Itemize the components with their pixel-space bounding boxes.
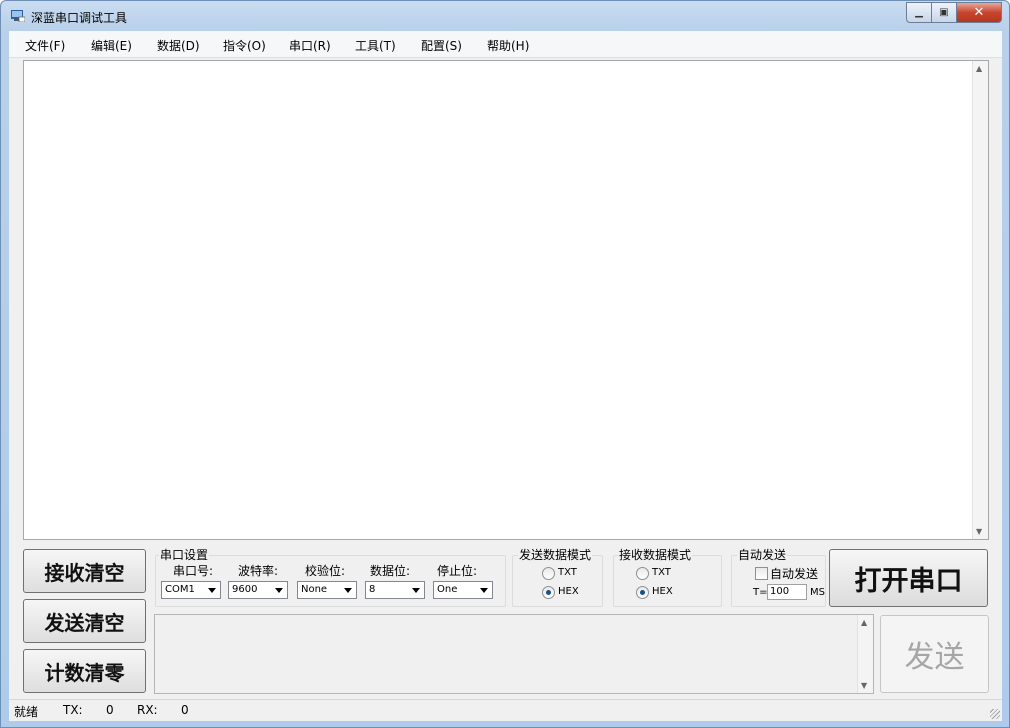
client-area: 文件(F) 编辑(E) 数据(D) 指令(O) 串口(R) 工具(T) 配置(S… (9, 31, 1002, 721)
status-state: 就绪 (14, 705, 39, 719)
chevron-down-icon (208, 588, 216, 593)
scroll-down-icon[interactable]: ▼ (976, 527, 982, 536)
maximize-button[interactable]: ▣ (932, 2, 957, 23)
receive-textarea[interactable]: ▲ ▼ (23, 60, 989, 540)
menu-serial[interactable]: 串口(R) (289, 37, 331, 54)
databits-select[interactable]: 8 (365, 581, 425, 599)
menu-config[interactable]: 配置(S) (421, 37, 462, 54)
chevron-down-icon (275, 588, 283, 593)
send-txt-radio[interactable] (542, 567, 555, 580)
send-button[interactable]: 发送 (880, 615, 989, 693)
stopbits-select[interactable]: One (433, 581, 493, 599)
scroll-up-icon[interactable]: ▲ (976, 64, 982, 73)
parity-value: None (301, 584, 328, 595)
scroll-up-icon[interactable]: ▲ (861, 618, 867, 627)
menu-edit[interactable]: 编辑(E) (91, 37, 132, 54)
title-bar[interactable]: 深蓝串口调试工具 ▁ ▣ ✕ (1, 1, 1009, 31)
menu-help[interactable]: 帮助(H) (487, 37, 529, 54)
close-button[interactable]: ✕ (957, 2, 1002, 23)
parity-select[interactable]: None (297, 581, 357, 599)
interval-value: 100 (770, 586, 790, 597)
port-select[interactable]: COM1 (161, 581, 221, 599)
maximize-icon: ▣ (939, 7, 949, 18)
port-value: COM1 (165, 584, 195, 595)
status-bar: 就绪 TX: 0 RX: 0 (9, 699, 1002, 721)
baud-value: 9600 (232, 584, 258, 595)
clear-send-button[interactable]: 发送清空 (23, 599, 146, 643)
close-icon: ✕ (973, 5, 985, 20)
recv-mode-label: 接收数据模式 (618, 546, 693, 563)
clear-receive-button[interactable]: 接收清空 (23, 549, 146, 593)
send-hex-radio[interactable] (542, 586, 555, 599)
scroll-down-icon[interactable]: ▼ (861, 681, 867, 690)
receive-scrollbar[interactable]: ▲ ▼ (972, 61, 988, 539)
interval-input[interactable]: 100 (767, 584, 807, 600)
menu-tools[interactable]: 工具(T) (355, 37, 396, 54)
recv-hex-radio[interactable] (636, 586, 649, 599)
interval-unit: MS (810, 587, 825, 598)
auto-send-checkbox[interactable] (755, 567, 768, 580)
app-window: 深蓝串口调试工具 ▁ ▣ ✕ 文件(F) 编辑(E) 数据(D) 指令(O) 串… (0, 0, 1010, 728)
baud-select[interactable]: 9600 (228, 581, 288, 599)
stopbits-label: 停止位: (437, 564, 478, 578)
interval-prefix: T= (753, 587, 768, 598)
send-scrollbar[interactable]: ▲ ▼ (857, 615, 873, 693)
parity-label: 校验位: (305, 564, 346, 578)
chevron-down-icon (412, 588, 420, 593)
databits-value: 8 (369, 584, 376, 595)
open-port-button[interactable]: 打开串口 (829, 549, 988, 607)
rx-count: 0 (181, 703, 189, 717)
window-controls: ▁ ▣ ✕ (906, 2, 1002, 23)
clear-count-button[interactable]: 计数清零 (23, 649, 146, 693)
window-title: 深蓝串口调试工具 (31, 11, 128, 25)
recv-txt-radio[interactable] (636, 567, 649, 580)
menu-data[interactable]: 数据(D) (157, 37, 200, 54)
menu-file[interactable]: 文件(F) (25, 37, 65, 54)
chevron-down-icon (480, 588, 488, 593)
rx-label: RX: (137, 703, 158, 717)
baud-label: 波特率: (238, 564, 279, 578)
port-settings-label: 串口设置 (159, 546, 210, 563)
minimize-button[interactable]: ▁ (906, 2, 932, 23)
recv-txt-label: TXT (652, 567, 671, 578)
tx-label: TX: (63, 703, 83, 717)
chevron-down-icon (344, 588, 352, 593)
resize-grip-icon[interactable] (990, 709, 1000, 719)
send-mode-label: 发送数据模式 (518, 546, 593, 563)
port-label: 串口号: (173, 564, 214, 578)
auto-send-group-label: 自动发送 (737, 546, 788, 563)
send-hex-label: HEX (558, 586, 579, 597)
auto-send-checkbox-label: 自动发送 (770, 567, 819, 581)
send-textarea[interactable]: ▲ ▼ (154, 614, 874, 694)
app-icon (11, 10, 25, 22)
stopbits-value: One (437, 584, 458, 595)
send-txt-label: TXT (558, 567, 577, 578)
menu-command[interactable]: 指令(O) (223, 37, 266, 54)
menu-bar: 文件(F) 编辑(E) 数据(D) 指令(O) 串口(R) 工具(T) 配置(S… (9, 31, 1002, 58)
minimize-icon: ▁ (915, 7, 923, 18)
recv-hex-label: HEX (652, 586, 673, 597)
tx-count: 0 (106, 703, 114, 717)
databits-label: 数据位: (370, 564, 411, 578)
